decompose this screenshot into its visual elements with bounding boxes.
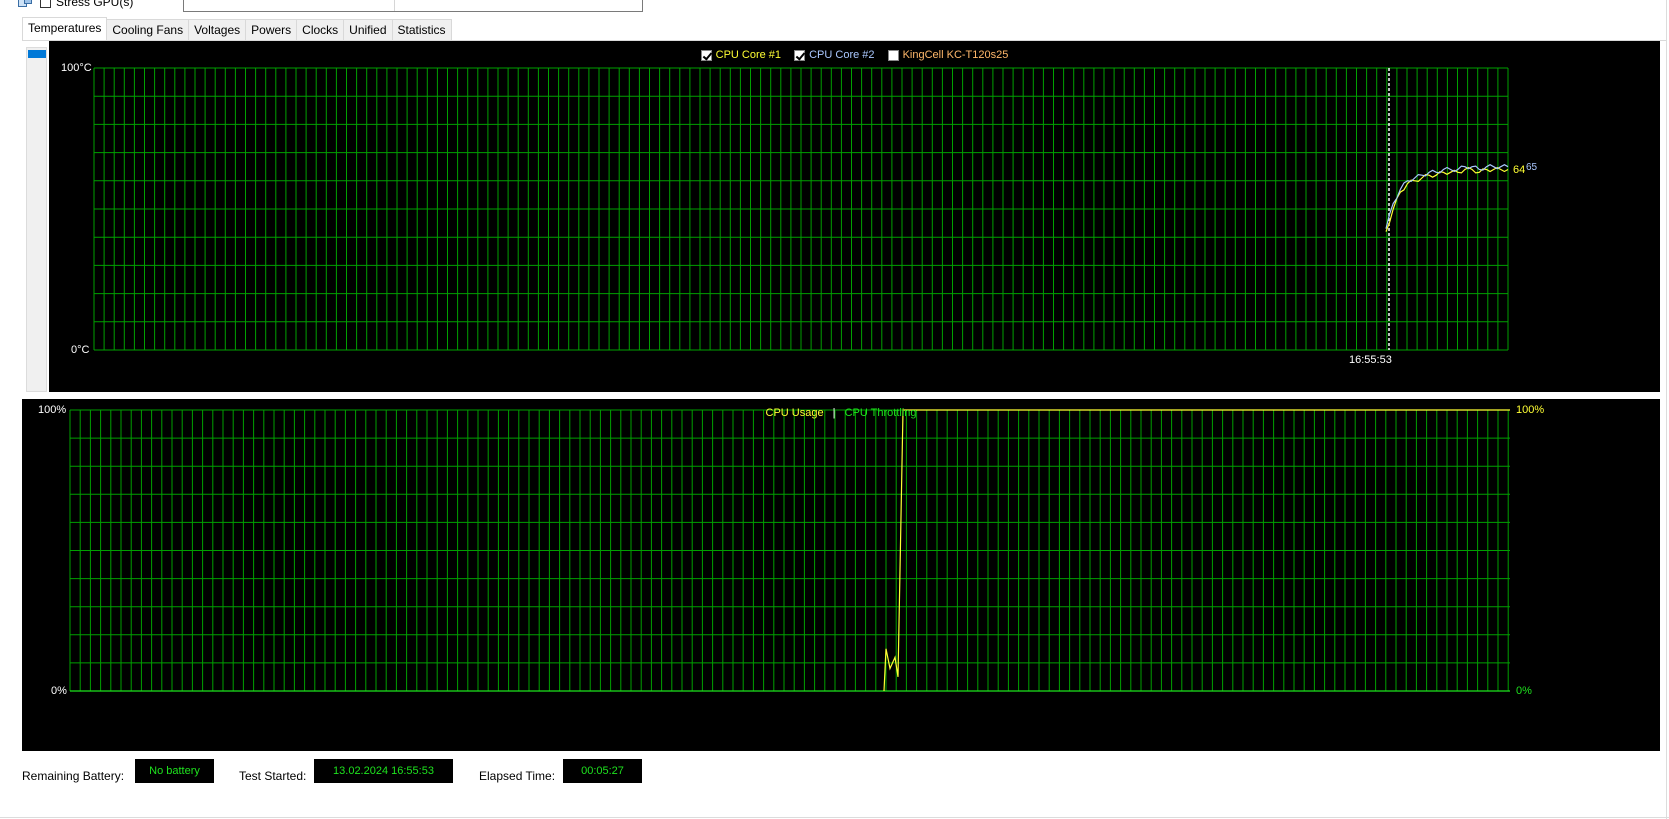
window-right-border [1666,0,1667,819]
tab-clocks[interactable]: Clocks [296,19,345,40]
temperature-legend: CPU Core #1 CPU Core #2 KingCell KC-T120… [49,49,1660,64]
scrollbar-thumb[interactable] [28,50,46,58]
tab-statistics[interactable]: Statistics [391,19,452,40]
usage-right-bottom-label: 0% [1516,685,1532,697]
kingcell-checkbox[interactable] [887,49,899,61]
cpu-usage-chart-plot [69,409,1510,692]
gpu-icon [18,0,32,8]
test-started-label: Test Started: [239,769,307,783]
stress-gpu-checkbox[interactable] [40,0,51,8]
core2-checkbox[interactable] [794,49,806,61]
test-started-value: 13.02.2024 16:55:53 [314,759,453,783]
battery-value: No battery [135,759,214,783]
legend-cpu-usage: CPU Usage [765,407,824,419]
usage-right-top-label: 100% [1516,404,1545,416]
temperature-chart-plot [93,67,1509,351]
legend-label-kingcell: KingCell KC-T120s25 [902,49,1009,61]
legend-item-kingcell[interactable]: KingCell KC-T120s25 [887,49,1009,61]
tab-temperatures[interactable]: Temperatures [22,17,108,40]
tab-unified[interactable]: Unified [343,19,393,40]
stress-gpu-row: Stress GPU(s) [18,0,133,10]
tab-voltages[interactable]: Voltages [188,19,247,40]
temp-y-bottom-label: 0°C [71,344,90,356]
legend-item-core1[interactable]: CPU Core #1 [700,49,782,61]
battery-label: Remaining Battery: [22,769,125,783]
core2-value-label: 65 [1526,162,1538,173]
temp-time-label: 16:55:53 [1349,354,1392,366]
tab-bar: Temperatures Cooling Fans Voltages Power… [22,17,452,40]
legend-separator: | [832,407,836,419]
core1-value-label: 64 [1513,164,1526,176]
sensor-list-scrollbar[interactable] [26,47,47,392]
tab-powers[interactable]: Powers [245,19,298,40]
temp-y-top-label: 100°C [61,62,92,74]
stress-gpu-label: Stress GPU(s) [56,0,134,9]
elapsed-time-value: 00:05:27 [563,759,642,783]
temperature-chart: CPU Core #1 CPU Core #2 KingCell KC-T120… [49,41,1660,392]
usage-left-bottom-label: 0% [51,685,67,697]
cpu-usage-legend: CPU Usage | CPU Throttling [22,407,1660,419]
tab-cooling-fans[interactable]: Cooling Fans [106,19,190,40]
gpu-selection-field[interactable] [183,0,643,12]
legend-label-core2: CPU Core #2 [809,49,875,61]
window-bottom-border [0,817,1669,818]
legend-item-core2[interactable]: CPU Core #2 [794,49,875,61]
legend-label-core1: CPU Core #1 [715,49,782,61]
legend-cpu-throttling: CPU Throttling [844,407,917,419]
cpu-usage-chart: CPU Usage | CPU Throttling 100% 0% 100% … [22,399,1660,751]
core1-checkbox[interactable] [700,49,712,61]
elapsed-time-label: Elapsed Time: [479,769,556,783]
usage-left-top-label: 100% [38,404,67,416]
